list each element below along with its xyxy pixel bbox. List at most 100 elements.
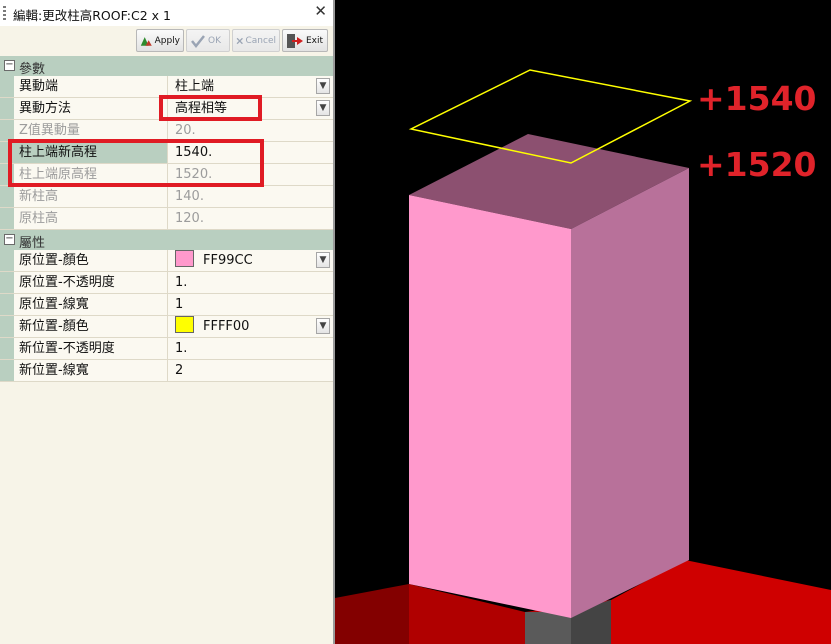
color-swatch [175,316,194,333]
collapse-icon[interactable]: − [4,234,15,245]
prop-value-text: 2 [175,363,184,378]
column-side-face [571,168,689,618]
prop-value[interactable]: FFFF00 [169,316,333,337]
prop-value: 120. [169,208,333,229]
new-elevation-label: +1540 [697,79,817,118]
floor-slab [335,584,409,644]
prop-row-z-delta: Z值異動量 20. [0,120,333,142]
prop-value-input[interactable]: 1. [169,272,333,293]
apply-label: Apply [154,35,180,46]
prop-value-input[interactable]: 2 [169,360,333,381]
prop-value-text: 柱上端 [175,79,215,94]
exit-label: Exit [306,35,324,46]
ok-button[interactable]: OK [186,29,230,52]
prop-value: 1520. [169,164,333,185]
prop-row-new-column-height: 新柱高 140. [0,186,333,208]
prop-row-new-top-elevation[interactable]: 柱上端新高程 1540. [0,142,333,164]
cancel-label: Cancel [245,35,277,46]
dropdown-arrow-icon[interactable]: ▼ [316,100,330,116]
exit-button[interactable]: Exit [282,29,328,52]
prop-value-text: 120. [175,211,204,226]
prop-name: 異動方法 [14,98,168,119]
prop-row-new-opacity[interactable]: 新位置-不透明度 1. [0,338,333,360]
prop-value[interactable]: 高程相等 [169,98,333,119]
row-gutter [0,76,14,97]
toolbar: Apply OK Cancel Exit [0,26,333,56]
prop-name: 原位置-線寬 [14,294,168,315]
close-icon[interactable]: ✕ [314,2,327,20]
check-icon [191,34,205,48]
row-gutter [0,360,14,381]
prop-value: 140. [169,186,333,207]
prop-row-new-line-width[interactable]: 新位置-線寬 2 [0,360,333,382]
original-elevation-label: +1520 [697,145,817,184]
prop-name: 原位置-不透明度 [14,272,168,293]
panel-titlebar[interactable]: 編輯:更改柱高ROOF:C2 x 1 ✕ [0,0,333,27]
prop-row-original-line-width[interactable]: 原位置-線寬 1 [0,294,333,316]
column-front-face [409,195,571,618]
prop-name: 原位置-顏色 [14,250,168,271]
cancel-x-icon [236,37,243,44]
row-gutter [0,186,14,207]
prop-row-new-color[interactable]: 新位置-顏色 FFFF00 ▼ [0,316,333,338]
prop-value-input[interactable]: 1 [169,294,333,315]
prop-value-text: 1520. [175,167,213,182]
panel-title: 編輯:更改柱高ROOF:C2 x 1 [13,8,171,23]
dropdown-arrow-icon[interactable]: ▼ [316,318,330,334]
row-gutter [0,294,14,315]
color-swatch [175,250,194,267]
prop-value-text: FFFF00 [203,319,250,334]
prop-value-text: 20. [175,123,196,138]
prop-name: 原柱高 [14,208,168,229]
collapse-icon[interactable]: − [4,60,15,71]
prop-value-text: 1 [175,297,184,312]
prop-row-change-end[interactable]: 異動端 柱上端 ▼ [0,76,333,98]
prop-value-input[interactable]: 1540. [169,142,333,163]
prop-name: 新位置-不透明度 [14,338,168,359]
prop-row-change-method[interactable]: 異動方法 高程相等 ▼ [0,98,333,120]
prop-row-original-column-height: 原柱高 120. [0,208,333,230]
row-gutter [0,98,14,119]
dropdown-arrow-icon[interactable]: ▼ [316,78,330,94]
row-gutter [0,120,14,141]
dropdown-arrow-icon[interactable]: ▼ [316,252,330,268]
prop-value-text: 高程相等 [175,101,228,116]
property-grid: − 參數 異動端 柱上端 ▼ 異動方法 高程相等 ▼ Z值異動量 20. 柱上端… [0,56,333,382]
row-gutter [0,208,14,229]
properties-panel: 編輯:更改柱高ROOF:C2 x 1 ✕ Apply OK Cancel Exi… [0,0,335,644]
row-gutter [0,250,14,271]
prop-name: 新位置-顏色 [14,316,168,337]
prop-value-text: 1. [175,275,188,290]
prop-row-original-opacity[interactable]: 原位置-不透明度 1. [0,272,333,294]
prop-name: 柱上端新高程 [14,142,168,163]
row-gutter [0,316,14,337]
prop-row-original-color[interactable]: 原位置-顏色 FF99CC ▼ [0,250,333,272]
prop-value-input[interactable]: 1. [169,338,333,359]
prop-value: 20. [169,120,333,141]
category-label: 屬性 [19,236,46,251]
3d-viewport[interactable]: +1540 +1520 [335,0,831,644]
prop-row-original-top-elevation: 柱上端原高程 1520. [0,164,333,186]
ok-label: OK [208,35,221,46]
row-gutter [0,164,14,185]
apply-icon [140,36,152,46]
prop-name: Z值異動量 [14,120,168,141]
prop-value-text: FF99CC [203,253,253,268]
drag-grip-icon[interactable] [3,6,6,20]
prop-value-text: 140. [175,189,204,204]
exit-door-icon [287,33,303,48]
prop-name: 新柱高 [14,186,168,207]
prop-value-text: 1540. [175,145,213,160]
category-parameters[interactable]: − 參數 [0,56,333,77]
prop-name: 新位置-線寬 [14,360,168,381]
prop-value[interactable]: 柱上端 [169,76,333,97]
prop-name: 異動端 [14,76,168,97]
category-attributes[interactable]: − 屬性 [0,230,333,251]
prop-name: 柱上端原高程 [14,164,168,185]
prop-value-text: 1. [175,341,188,356]
cancel-button[interactable]: Cancel [232,29,280,52]
row-gutter [0,338,14,359]
prop-value[interactable]: FF99CC [169,250,333,271]
row-gutter [0,272,14,293]
apply-button[interactable]: Apply [136,29,184,52]
